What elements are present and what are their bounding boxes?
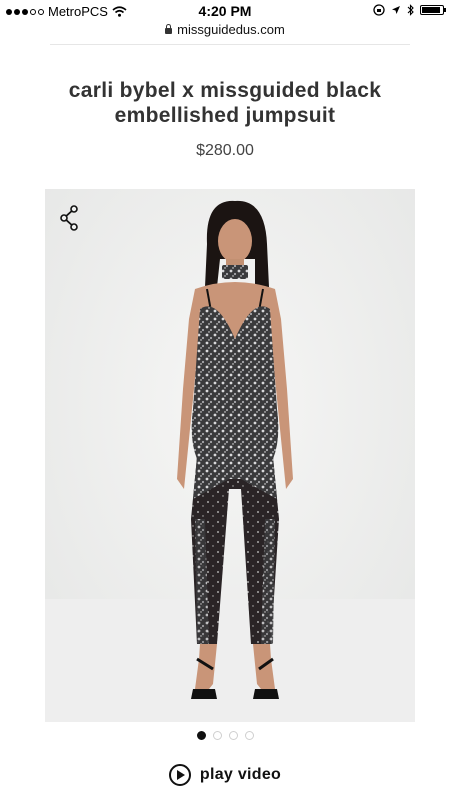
address-bar[interactable]: missguidedus.com [0, 20, 450, 42]
carousel-pagination[interactable] [0, 731, 450, 740]
product-price: $280.00 [196, 142, 254, 159]
carousel-dot[interactable] [228, 731, 238, 740]
divider [50, 44, 410, 45]
location-arrow-icon [392, 6, 400, 14]
lock-icon [165, 24, 173, 34]
bluetooth-icon [407, 4, 414, 16]
carousel-dot[interactable] [212, 731, 222, 740]
product-image[interactable] [45, 189, 415, 722]
product-title: carli bybel x missguided black embellish… [68, 79, 382, 127]
share-icon[interactable] [59, 205, 79, 231]
model-photo [45, 189, 415, 722]
play-video-label: play video [199, 766, 282, 783]
carousel-dot[interactable] [196, 731, 206, 740]
status-right [373, 4, 446, 16]
play-circle-icon [168, 764, 191, 786]
battery-level [422, 7, 440, 13]
play-video-button[interactable]: play video [0, 764, 450, 786]
url-text: missguidedus.com [177, 22, 285, 37]
carousel-dot[interactable] [244, 731, 254, 740]
battery-icon [420, 5, 446, 15]
rotation-lock-icon [373, 4, 385, 16]
status-bar: MetroPCS 4:20 PM [0, 0, 450, 22]
